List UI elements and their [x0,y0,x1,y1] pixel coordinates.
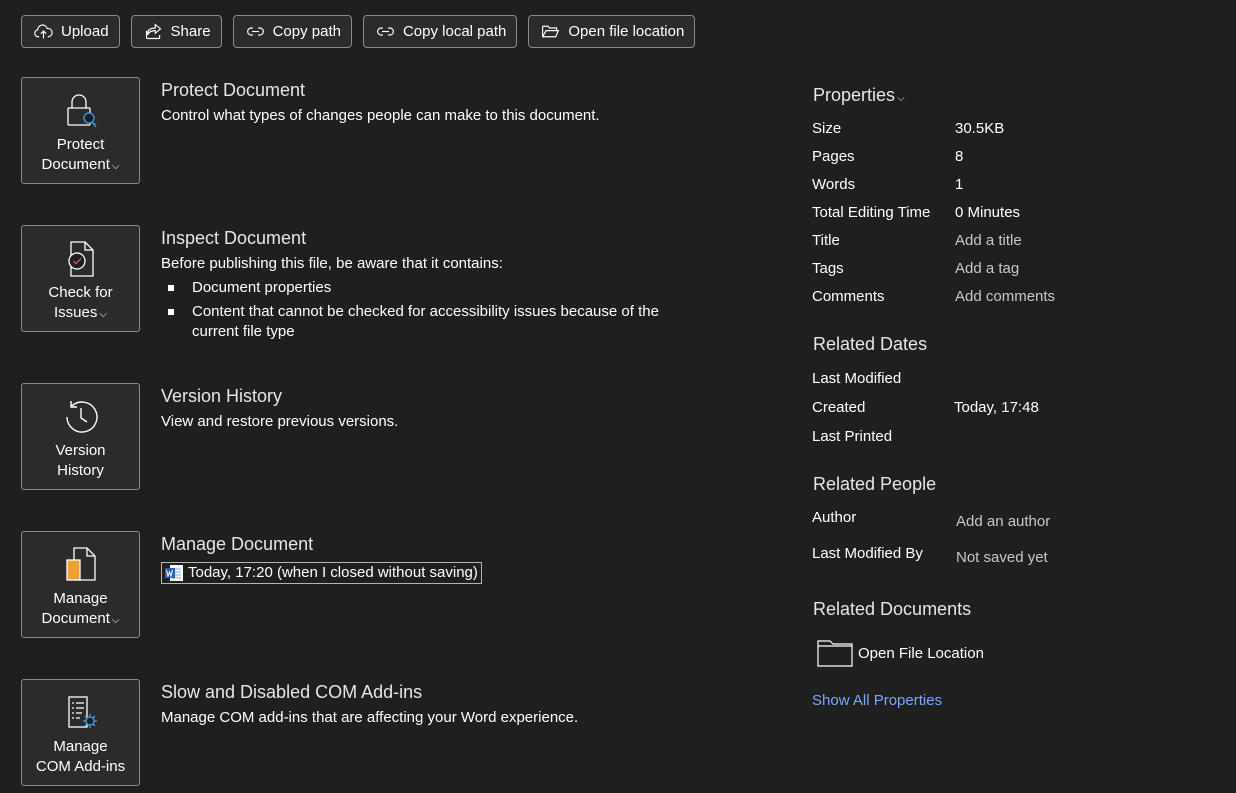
manage-document-section: Manage Document Today, 17:20 (when I clo… [161,532,721,587]
copy-local-path-label: Copy local path [402,23,507,40]
property-value: 8 [955,148,964,165]
chevron-down-icon: ⌵ [111,615,120,626]
inspect-document-title: Inspect Document [161,228,307,248]
upload-button[interactable]: Upload [21,15,120,48]
property-value: 1 [955,176,964,193]
folder-icon [817,640,853,667]
date-value: Today, 17:48 [954,399,1039,416]
open-file-location-label: Open file location [568,23,685,40]
open-file-location-text: Open File Location [858,644,984,662]
cloud-upload-icon [34,24,53,39]
property-value: 30.5KB [955,120,1005,137]
date-key: Created [812,399,866,416]
protect-document-desc: Control what types of changes people can… [161,107,600,124]
people-key: Last Modified By [812,545,923,562]
unsaved-version-item[interactable]: Today, 17:20 (when I closed without savi… [161,562,482,584]
property-key: Total Editing Time [812,204,931,221]
author-input[interactable]: Add an author [956,513,1050,530]
protect-document-label: Protect Document ⌵ [41,136,120,173]
word-document-icon [165,565,183,581]
version-history-desc: View and restore previous versions. [161,413,399,430]
manage-com-addins-button[interactable]: Manage COM Add-ins [21,679,140,786]
chevron-down-icon: ⌵ [111,161,120,172]
property-key: Tags [812,260,844,277]
last-modified-by-value: Not saved yet [956,549,1048,566]
inspect-document-section: Inspect Document Before publishing this … [161,226,706,346]
version-history-title: Version History [161,386,283,406]
property-key: Size [812,120,842,137]
comments-input[interactable]: Add comments [955,288,1055,305]
toolbar: Upload Share Copy path Copy local path O… [21,15,696,48]
related-documents-header: Related Documents [813,599,972,619]
checklist-gear-icon [67,696,97,728]
title-input[interactable]: Add a title [955,232,1022,249]
show-all-properties-link[interactable]: Show All Properties [812,692,942,709]
copy-local-path-button[interactable]: Copy local path [362,15,518,48]
date-key: Last Printed [812,428,893,445]
share-button[interactable]: Share [130,15,222,48]
history-clock-icon [65,401,98,433]
list-item: Document properties [161,278,706,298]
manage-com-addins-label: Manage COM Add-ins [35,738,126,775]
document-check-icon [67,241,94,277]
copy-path-button[interactable]: Copy path [232,15,352,48]
share-icon [145,23,161,40]
inspect-items-list: Document properties Content that cannot … [161,278,706,342]
tags-input[interactable]: Add a tag [955,260,1019,277]
upload-label: Upload [61,23,109,40]
inspect-document-desc: Before publishing this file, be aware th… [161,255,503,272]
date-key: Last Modified [812,370,902,387]
link-icon [377,27,394,36]
manage-document-label: Manage Document ⌵ [41,590,120,627]
related-people-header: Related People [813,474,937,494]
com-addins-section: Slow and Disabled COM Add-ins Manage COM… [161,680,721,728]
manage-document-button[interactable]: Manage Document ⌵ [21,531,140,638]
unsaved-version-label: Today, 17:20 (when I closed without savi… [188,564,478,581]
folder-open-icon [542,25,560,38]
version-history-section: Version History View and restore previou… [161,384,721,432]
property-key: Comments [812,288,885,305]
link-icon [246,27,264,36]
protect-document-button[interactable]: Protect Document ⌵ [21,77,140,184]
related-dates-header: Related Dates [813,334,928,354]
copy-path-label: Copy path [272,23,341,40]
property-key: Words [812,176,856,193]
property-value: 0 Minutes [955,204,1021,221]
properties-header[interactable]: Properties ⌵ [813,85,905,106]
chevron-down-icon: ⌵ [99,309,107,320]
property-key: Title [812,232,840,249]
document-stack-icon [65,547,96,581]
version-history-label: Version History [55,442,106,479]
open-file-location-link[interactable]: Open File Location [817,638,984,668]
version-history-button[interactable]: Version History [21,383,140,490]
manage-document-title: Manage Document [161,534,314,554]
people-key: Author [812,509,857,526]
check-for-issues-label: Check for Issues ⌵ [48,284,113,321]
lock-key-icon [66,94,97,128]
property-key: Pages [812,148,855,165]
list-item: Content that cannot be checked for acces… [161,302,706,342]
protect-document-section: Protect Document Control what types of c… [161,78,721,126]
com-addins-desc: Manage COM add-ins that are affecting yo… [161,709,579,726]
share-label: Share [170,23,211,40]
com-addins-title: Slow and Disabled COM Add-ins [161,682,423,702]
file-info-page: Upload Share Copy path Copy local path O… [0,0,1236,793]
check-for-issues-button[interactable]: Check for Issues ⌵ [21,225,140,332]
open-file-location-button[interactable]: Open file location [528,15,696,48]
chevron-down-icon: ⌵ [897,93,905,104]
protect-document-title: Protect Document [161,80,306,100]
